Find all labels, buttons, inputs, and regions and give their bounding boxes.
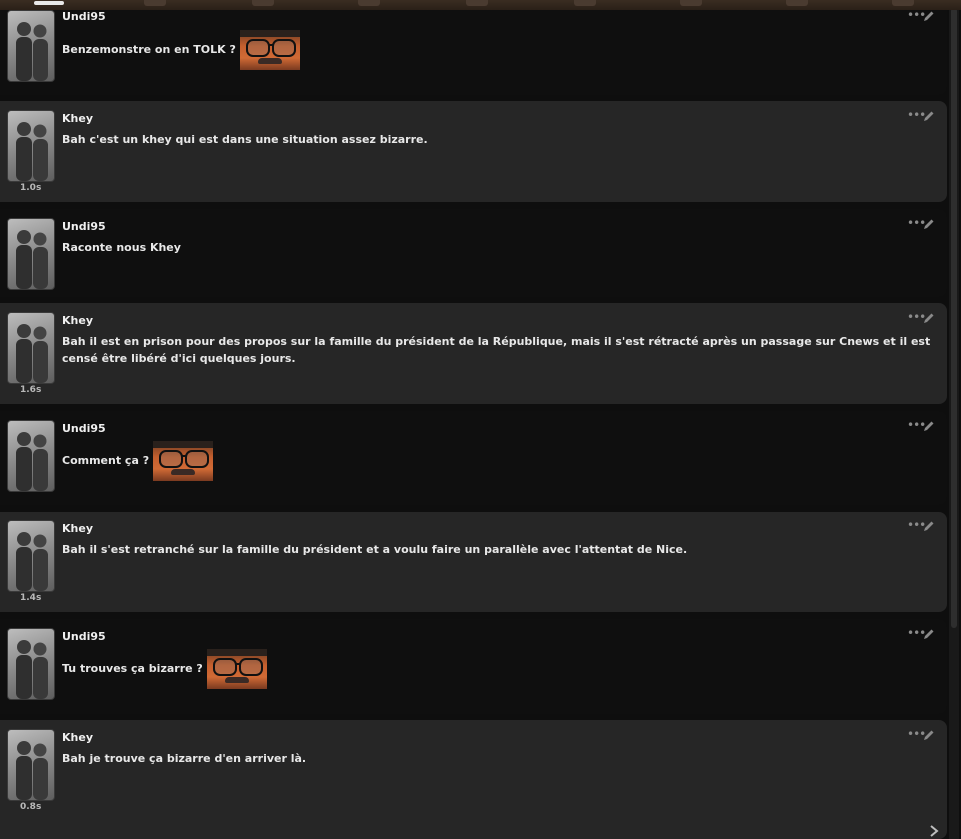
sender-name: Undi95 xyxy=(62,422,106,435)
api-icon[interactable] xyxy=(144,0,166,6)
pencil-icon[interactable] xyxy=(923,110,935,122)
world-info-icon[interactable] xyxy=(466,0,488,6)
message-user: Undi95 Raconte nous Khey ••• xyxy=(0,209,947,297)
message-bot: 1.4s Khey Bah il s'est retranché sur la … xyxy=(0,512,947,612)
message-text: Comment ça ? xyxy=(62,441,932,481)
characters-icon[interactable] xyxy=(680,0,702,6)
avatar[interactable] xyxy=(7,520,55,592)
face-emote-image xyxy=(239,30,300,70)
user-icon[interactable] xyxy=(786,0,808,6)
pencil-icon[interactable] xyxy=(923,520,935,532)
sender-name: Khey xyxy=(62,522,93,535)
message-bot: 1.6s Khey Bah il est en prison pour des … xyxy=(0,303,947,404)
message-text: Benzemonstre on en TOLK ? xyxy=(62,30,932,70)
avatar[interactable] xyxy=(7,312,55,384)
message-tools: ••• xyxy=(907,108,939,122)
sender-name: Khey xyxy=(62,731,93,744)
message-user: Undi95 Tu trouves ça bizarre ? ••• xyxy=(0,619,947,714)
chat-log[interactable]: Undi95 Benzemonstre on en TOLK ? ••• 1.0… xyxy=(0,0,949,839)
message-user: Undi95 Benzemonstre on en TOLK ? ••• xyxy=(0,0,947,95)
char-list-icon[interactable] xyxy=(892,0,914,6)
message-tools: ••• xyxy=(907,8,939,22)
message-text-content: Benzemonstre on en TOLK ? xyxy=(62,43,236,56)
message-tools: ••• xyxy=(907,518,939,532)
message-bot: 1.0s Khey Bah c'est un khey qui est dans… xyxy=(0,101,947,202)
pencil-icon[interactable] xyxy=(923,628,935,640)
message-tools: ••• xyxy=(907,626,939,640)
pencil-icon[interactable] xyxy=(923,218,935,230)
message-tools: ••• xyxy=(907,727,939,741)
face-emote-image xyxy=(152,441,213,481)
message-text: Raconte nous Khey xyxy=(62,241,181,254)
sender-name: Khey xyxy=(62,314,93,327)
avatar[interactable] xyxy=(7,218,55,290)
message-bot: 0.8s Khey Bah je trouve ça bizarre d'en … xyxy=(0,720,947,839)
backgrounds-icon[interactable] xyxy=(574,0,596,6)
sender-name: Undi95 xyxy=(62,10,106,23)
sender-name: Khey xyxy=(62,112,93,125)
top-nav-bar xyxy=(0,0,961,10)
message-text-content: Comment ça ? xyxy=(62,454,150,467)
generation-time: 1.0s xyxy=(20,183,42,193)
pencil-icon[interactable] xyxy=(923,729,935,741)
sender-name: Undi95 xyxy=(62,220,106,233)
sender-name: Undi95 xyxy=(62,630,106,643)
avatar[interactable] xyxy=(7,10,55,82)
chat-scrollbar[interactable] xyxy=(949,8,959,839)
message-user: Undi95 Comment ça ? ••• xyxy=(0,411,947,505)
pencil-icon[interactable] xyxy=(923,420,935,432)
message-text: Tu trouves ça bizarre ? xyxy=(62,649,932,689)
persona-icon[interactable] xyxy=(358,0,380,6)
message-text: Bah je trouve ça bizarre d'en arriver là… xyxy=(62,752,307,765)
avatar[interactable] xyxy=(7,110,55,182)
active-nav-indicator xyxy=(34,1,64,5)
pencil-icon[interactable] xyxy=(923,10,935,22)
extensions-icon[interactable] xyxy=(252,0,274,6)
avatar[interactable] xyxy=(7,420,55,492)
generation-time: 1.6s xyxy=(20,385,42,395)
message-tools: ••• xyxy=(907,310,939,324)
pencil-icon[interactable] xyxy=(923,312,935,324)
face-emote-image xyxy=(206,649,267,689)
message-text: Bah il s'est retranché sur la famille du… xyxy=(62,543,688,556)
message-tools: ••• xyxy=(907,216,939,230)
message-text: Bah il est en prison pour des propos sur… xyxy=(62,335,931,365)
message-text-content: Tu trouves ça bizarre ? xyxy=(62,662,203,675)
avatar[interactable] xyxy=(7,729,55,801)
avatar[interactable] xyxy=(7,628,55,700)
scrollbar-thumb[interactable] xyxy=(951,8,957,628)
message-text: Bah c'est un khey qui est dans une situa… xyxy=(62,133,428,146)
generation-time: 1.4s xyxy=(20,593,42,603)
generation-time: 0.8s xyxy=(20,802,42,812)
message-tools: ••• xyxy=(907,418,939,432)
chevron-right-icon[interactable] xyxy=(926,823,942,839)
